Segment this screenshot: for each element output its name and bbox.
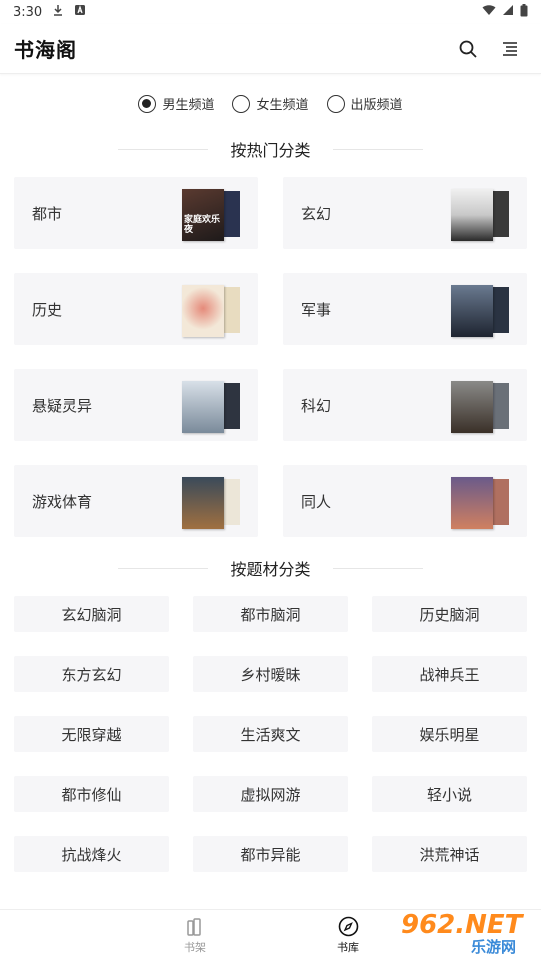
hot-category-card[interactable]: 历史: [14, 273, 258, 345]
topic-tag[interactable]: 无限穿越: [14, 716, 169, 752]
divider: [332, 148, 423, 150]
book-cover-front: [182, 477, 224, 529]
book-cover-front: [182, 381, 224, 433]
book-covers: [182, 477, 240, 529]
category-label: 玄幻: [301, 204, 332, 223]
topic-tag[interactable]: 历史脑洞: [372, 596, 527, 632]
category-menu-button[interactable]: [499, 38, 521, 60]
hot-category-grid: 都市 家庭欢乐夜 玄幻 历史 军事 悬疑灵异 科幻 游戏体育 同人: [14, 177, 527, 537]
topic-tag[interactable]: 战神兵王: [372, 656, 527, 692]
book-cover-back: [493, 287, 509, 333]
book-covers: [451, 189, 509, 241]
topic-tag[interactable]: 都市脑洞: [193, 596, 348, 632]
hot-category-card[interactable]: 都市 家庭欢乐夜: [14, 177, 258, 249]
section-title: 按热门分类: [230, 141, 311, 160]
book-covers: [182, 285, 240, 337]
channel-selector: 男生频道 女生频道 出版频道: [0, 94, 541, 113]
app-title: 书海阁: [14, 38, 77, 62]
book-cover-back: [224, 479, 240, 525]
book-covers: [451, 477, 509, 529]
status-bar: 3:30: [0, 0, 541, 24]
book-cover-back: [224, 287, 240, 333]
category-label: 历史: [32, 300, 63, 319]
category-label: 悬疑灵异: [32, 396, 93, 415]
category-label: 军事: [301, 300, 332, 319]
hot-category-card[interactable]: 军事: [283, 273, 527, 345]
topic-tag[interactable]: 虚拟网游: [193, 776, 348, 812]
topic-tag[interactable]: 抗战烽火: [14, 836, 169, 872]
divider: [118, 567, 209, 569]
topic-tag[interactable]: 轻小说: [372, 776, 527, 812]
hot-category-card[interactable]: 科幻: [283, 369, 527, 441]
topic-tag[interactable]: 娱乐明星: [372, 716, 527, 752]
topic-tag[interactable]: 玄幻脑洞: [14, 596, 169, 632]
book-cover-back: [493, 383, 509, 429]
book-covers: 家庭欢乐夜: [182, 189, 240, 241]
nav-label: 书库: [337, 941, 359, 954]
app-notification-icon: [74, 4, 86, 20]
hot-category-card[interactable]: 游戏体育: [14, 465, 258, 537]
topic-tag[interactable]: 乡村暧昧: [193, 656, 348, 692]
book-cover-back: [224, 191, 240, 237]
topic-tag[interactable]: 都市异能: [193, 836, 348, 872]
divider: [118, 148, 209, 150]
book-cover-front: [451, 189, 493, 241]
compass-icon: [338, 916, 358, 937]
category-label: 都市: [32, 204, 63, 223]
bookshelf-icon: [187, 917, 201, 936]
hot-section-heading: 按热门分类: [0, 137, 541, 161]
download-icon: [52, 4, 64, 20]
channel-radio-female[interactable]: 女生频道: [232, 94, 309, 113]
signal-icon: [502, 4, 514, 20]
book-cover-front: 家庭欢乐夜: [182, 189, 224, 241]
cover-title: 家庭欢乐夜: [184, 215, 221, 235]
category-label: 同人: [301, 492, 332, 511]
search-button[interactable]: [457, 38, 479, 60]
app-header: 书海阁: [0, 24, 541, 74]
section-title: 按题材分类: [230, 560, 311, 579]
hot-category-card[interactable]: 悬疑灵异: [14, 369, 258, 441]
book-cover-front: [182, 285, 224, 337]
battery-icon: [520, 3, 528, 21]
book-cover-front: [451, 477, 493, 529]
hot-category-card[interactable]: 同人: [283, 465, 527, 537]
hot-category-card[interactable]: 玄幻: [283, 177, 527, 249]
nav-label: 书架: [184, 940, 206, 954]
book-cover-front: [451, 381, 493, 433]
channel-label: 男生频道: [162, 98, 215, 113]
book-cover-front: [451, 285, 493, 337]
book-covers: [451, 381, 509, 433]
book-cover-back: [224, 383, 240, 429]
radio-unchecked-icon: [326, 94, 345, 113]
channel-radio-male[interactable]: 男生频道: [138, 94, 214, 113]
divider: [332, 567, 423, 569]
book-covers: [451, 285, 509, 337]
wifi-icon: [482, 4, 496, 20]
topic-tag[interactable]: 洪荒神话: [372, 836, 527, 872]
topic-tag[interactable]: 生活爽文: [193, 716, 348, 752]
topic-tag[interactable]: 都市修仙: [14, 776, 169, 812]
book-cover-back: [493, 479, 509, 525]
radio-checked-icon: [138, 94, 157, 113]
channel-label: 出版频道: [350, 98, 403, 113]
category-label: 科幻: [301, 396, 332, 415]
radio-unchecked-icon: [232, 94, 251, 113]
category-label: 游戏体育: [32, 492, 93, 511]
topic-tag-grid: 玄幻脑洞 都市脑洞 历史脑洞 东方玄幻 乡村暧昧 战神兵王 无限穿越 生活爽文 …: [14, 596, 527, 872]
site-watermark-logo: 962.NET 乐游网: [401, 910, 537, 958]
topic-section-heading: 按题材分类: [0, 556, 541, 580]
status-time: 3:30: [13, 4, 43, 20]
book-cover-back: [493, 191, 509, 237]
topic-tag[interactable]: 东方玄幻: [14, 656, 169, 692]
book-covers: [182, 381, 240, 433]
channel-label: 女生频道: [256, 98, 309, 113]
list-menu-icon: [503, 41, 517, 56]
watermark-subtitle: 乐游网: [471, 938, 517, 956]
channel-radio-publish[interactable]: 出版频道: [326, 94, 403, 113]
search-icon: [459, 40, 477, 58]
